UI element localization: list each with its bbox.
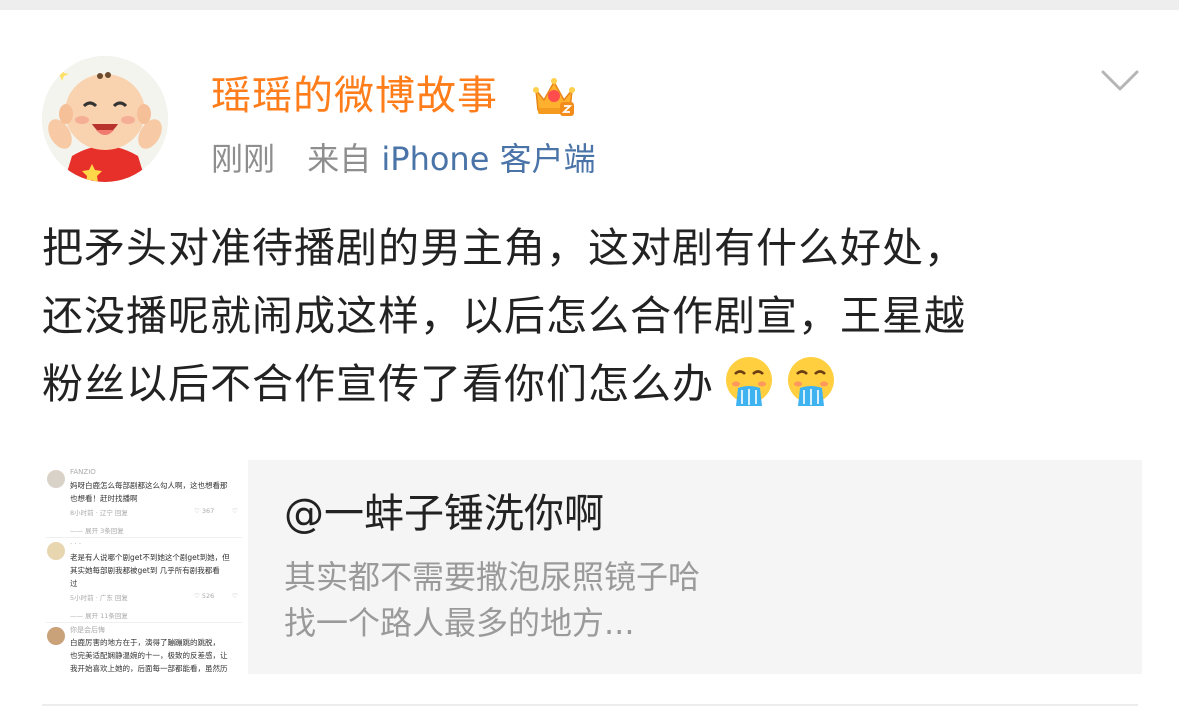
- post-body: 把矛头对准待播剧的男主角，这对剧有什么好处， 还没播呢就闹成这样，以后怎么合作剧…: [42, 214, 1142, 418]
- post-meta: 刚刚 来自 iPhone 客户端: [211, 136, 596, 182]
- comment-avatar: [47, 542, 65, 560]
- comment-user: 你是会后悔: [70, 626, 105, 634]
- card-title[interactable]: @一蚌子锤洗你啊: [284, 486, 604, 542]
- card-desc-line: 找一个路人最多的地方...: [284, 604, 635, 642]
- comment-divider: [46, 537, 242, 538]
- bottom-divider: [42, 704, 1138, 706]
- vomiting-face-icon: [722, 354, 776, 408]
- cartoon-baby-avatar-icon: [42, 56, 168, 182]
- comment-line: 也完美适配娴静温婉的十一，极致的反差感，让: [70, 651, 228, 660]
- top-separator-bar: [0, 0, 1179, 10]
- card-description: 其实都不需要撒泡尿照镜子哈 找一个路人最多的地方...: [284, 554, 1104, 646]
- avatar[interactable]: [42, 56, 168, 182]
- comment-user: FANZIO: [70, 468, 96, 476]
- comment-meta: 8小时前 · 辽宁 回复: [70, 509, 128, 517]
- quoted-post-card[interactable]: FANZIO 妈呀白鹿怎么每部剧都这么勾人啊，这也想看那 也想看！赶时找播啊 8…: [38, 460, 1142, 674]
- comment-line: 也想看！赶时找播啊: [70, 494, 138, 503]
- post-text-line: 粉丝以后不合作宣传了看你们怎么办: [42, 360, 714, 408]
- comment-line: 白鹿厉害的地方在于，演得了蹦蹦跳的跳脱，: [70, 638, 220, 647]
- comment-meta: 5小时前 · 广东 回复: [70, 594, 128, 602]
- comment-reply-icon: ♡: [232, 592, 238, 600]
- comment-line: 过: [70, 579, 78, 588]
- vomiting-face-icon: [784, 354, 838, 408]
- post-text-line: 把矛头对准待播剧的男主角，这对剧有什么好处，: [42, 224, 966, 272]
- comment-likes: ♡ 526: [194, 592, 215, 600]
- comment-line: 妈呀白鹿怎么每部剧都这么勾人啊，这也想看那: [70, 481, 228, 490]
- comment-line: 我开始喜欢上她的，后面每一部都能看，虽然历: [70, 664, 228, 673]
- comment-avatar: [47, 627, 65, 645]
- source-client-link[interactable]: iPhone 客户端: [381, 140, 595, 178]
- comment-replies-toggle: —— 展开 3条回复: [70, 527, 124, 535]
- source-prefix: 来自: [307, 140, 372, 178]
- comment-likes-count: 367: [201, 507, 215, 515]
- username[interactable]: 瑶瑶的微博故事: [211, 68, 498, 124]
- comment-likes: ♡ 367: [194, 507, 215, 515]
- comment-user: · · ·: [70, 540, 82, 548]
- post-text-line-with-emoji: 粉丝以后不合作宣传了看你们怎么办: [42, 350, 1142, 418]
- card-desc-line: 其实都不需要撒泡尿照镜子哈: [284, 558, 701, 596]
- comment-avatar: [47, 470, 65, 488]
- comment-replies-toggle: —— 展开 11条回复: [70, 612, 128, 620]
- post-text-line: 还没播呢就闹成这样，以后怎么合作剧宣，王星越: [42, 292, 966, 340]
- comment-line: 老是有人说哪个剧get不到她这个剧get到她，但: [70, 553, 230, 562]
- vip-crown-badge-icon[interactable]: [530, 72, 578, 120]
- comment-divider: [46, 622, 242, 623]
- post-time: 刚刚: [211, 140, 276, 178]
- comment-line: 其实她每部剧我都被get到 几乎所有剧我都看: [70, 566, 220, 575]
- card-thumbnail-comments-screenshot: FANZIO 妈呀白鹿怎么每部剧都这么勾人啊，这也想看那 也想看！赶时找播啊 8…: [38, 460, 248, 674]
- comment-reply-icon: ♡: [232, 507, 238, 515]
- chevron-down-icon[interactable]: [1100, 64, 1140, 98]
- comment-likes-count: 526: [201, 592, 215, 600]
